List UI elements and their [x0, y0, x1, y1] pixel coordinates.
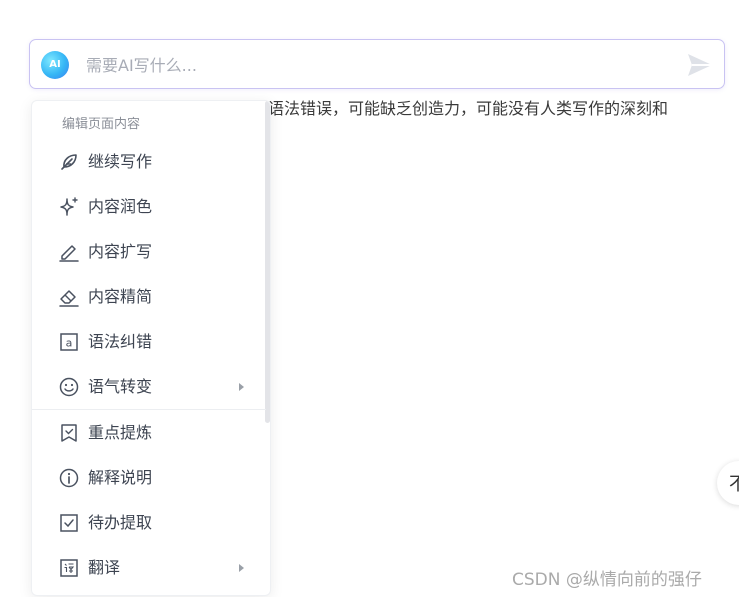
- bookmark-check-icon: [61, 424, 77, 442]
- menu-item-label: 重点提炼: [88, 423, 153, 442]
- watermark: CSDN @纵情向前的强仔: [512, 570, 702, 590]
- ai-prompt-bar: AI: [29, 39, 725, 89]
- pen-line-icon: [59, 245, 79, 262]
- menu-item-polish[interactable]: 内容润色: [32, 187, 264, 227]
- menu-item-label: 语气转变: [88, 377, 153, 396]
- eraser-icon: [59, 290, 79, 307]
- ai-prompt-input[interactable]: [86, 50, 646, 80]
- letter-a-box-icon: a: [60, 333, 78, 351]
- menu-item-label: 待办提取: [88, 513, 153, 532]
- menu-item-label: 内容扩写: [88, 242, 153, 261]
- menu-item-simplify[interactable]: 内容精简: [32, 277, 264, 317]
- translate-icon: [60, 559, 78, 577]
- menu-section-title: 编辑页面内容: [62, 117, 141, 132]
- ai-logo-icon: AI: [41, 51, 69, 79]
- sparkle-icon: [60, 197, 78, 216]
- smiley-icon: [59, 377, 79, 397]
- info-circle-icon: [59, 468, 79, 488]
- feather-icon: [61, 154, 77, 170]
- chevron-right-icon: [239, 564, 244, 572]
- menu-item-label: 继续写作: [88, 152, 153, 171]
- menu-item-todo-extract[interactable]: 待办提取: [32, 503, 264, 543]
- menu-item-key-points[interactable]: 重点提炼: [32, 413, 264, 453]
- menu-item-translate[interactable]: 翻译: [32, 548, 264, 588]
- menu-item-label: 翻译: [88, 558, 121, 577]
- send-icon[interactable]: [686, 52, 714, 78]
- svg-text:a: a: [66, 337, 73, 350]
- chevron-right-icon: [239, 383, 244, 391]
- menu-scrollbar[interactable]: [265, 101, 270, 423]
- menu-item-label: 内容精简: [88, 287, 153, 306]
- menu-item-continue-writing[interactable]: 继续写作: [32, 142, 264, 182]
- menu-divider: [32, 409, 266, 410]
- menu-item-label: 语法纠错: [88, 332, 153, 351]
- menu-item-explain[interactable]: 解释说明: [32, 458, 264, 498]
- floating-action-button[interactable]: 不: [717, 461, 739, 505]
- ai-command-menu: 编辑页面内容 继续写作 内容润色 内容扩写 内容精简 a 语法纠错 语气转变 重…: [31, 100, 271, 596]
- menu-item-label: 解释说明: [88, 468, 153, 487]
- menu-item-grammar[interactable]: a 语法纠错: [32, 322, 264, 362]
- checkbox-icon: [60, 514, 78, 532]
- menu-item-label: 内容润色: [88, 197, 153, 216]
- menu-item-expand[interactable]: 内容扩写: [32, 232, 264, 272]
- floating-button-label: 不: [729, 474, 739, 495]
- document-text: 语法错误，可能缺乏创造力，可能没有人类写作的深刻和: [268, 99, 669, 118]
- menu-item-tone[interactable]: 语气转变: [32, 367, 264, 407]
